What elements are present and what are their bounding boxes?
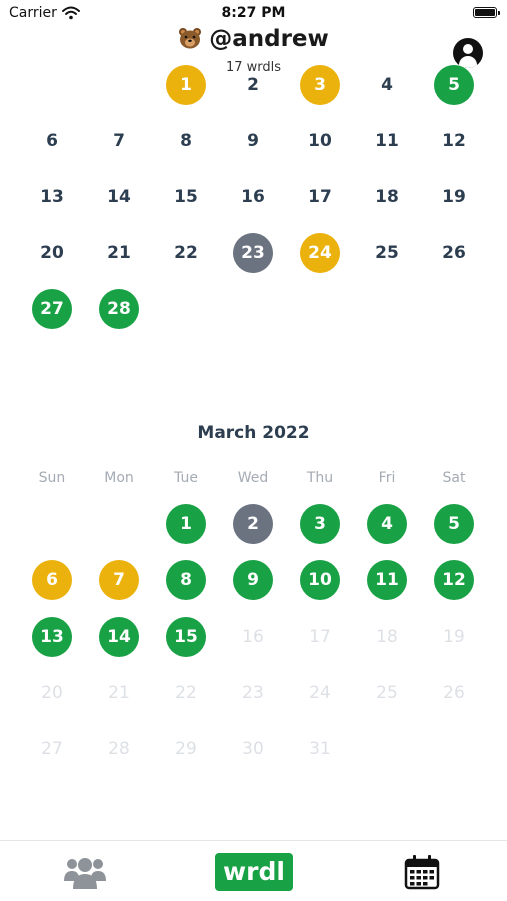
calendar-day[interactable]: 11 [367,121,407,161]
username-label: @andrew [209,26,329,52]
weekday-label: Wed [237,470,269,486]
calendar-day: 19 [443,627,465,647]
calendar-day[interactable]: 9 [233,121,273,161]
weekday-label: Thu [306,470,334,486]
calendar-day: 29 [175,739,197,759]
calendar-day[interactable]: 15 [166,617,206,657]
weekday-label: Sun [38,470,66,486]
calendar-day[interactable]: 2 [233,504,273,544]
calendar-day[interactable]: 2 [233,65,273,105]
calendar-day[interactable]: 24 [300,233,340,273]
calendar-day: 21 [108,683,130,703]
calendar-day[interactable]: 21 [99,233,139,273]
calendar-icon[interactable] [404,854,440,890]
calendar-day[interactable]: 20 [32,233,72,273]
calendar-day[interactable]: 26 [434,233,474,273]
calendar-day[interactable]: 28 [99,289,139,329]
calendar-day[interactable]: 3 [300,504,340,544]
weekday-label: Sat [442,470,466,486]
calendar-day[interactable]: 27 [32,289,72,329]
calendar-day[interactable]: 5 [434,65,474,105]
calendar-day[interactable]: 18 [367,177,407,217]
calendar-day[interactable]: 8 [166,121,206,161]
calendar-day: 18 [376,627,398,647]
friends-group-icon[interactable] [63,855,107,889]
weekday-label: Mon [104,470,134,486]
calendar-day[interactable]: 6 [32,560,72,600]
bear-face-icon [179,28,202,49]
calendar-day[interactable]: 22 [166,233,206,273]
calendar-day: 27 [41,739,63,759]
tab-bar: wrdl [0,840,507,901]
status-time: 8:27 PM [221,5,286,21]
calendar-day[interactable]: 7 [99,560,139,600]
calendar-day: 25 [376,683,398,703]
calendar-day[interactable]: 5 [434,504,474,544]
calendar-day[interactable]: 19 [434,177,474,217]
calendar-day[interactable]: 13 [32,177,72,217]
calendar-day: 20 [41,683,63,703]
calendar-day[interactable]: 3 [300,65,340,105]
calendar-day[interactable]: 25 [367,233,407,273]
battery-icon [473,7,500,18]
calendar-day[interactable]: 1 [166,504,206,544]
page-title: @andrew [0,26,507,52]
calendar-day[interactable]: 12 [434,560,474,600]
calendar-day[interactable]: 16 [233,177,273,217]
calendar-day[interactable]: 13 [32,617,72,657]
calendar-day[interactable]: 9 [233,560,273,600]
wrdl-tab-button[interactable]: wrdl [215,853,293,891]
month-title: March 2022 [197,423,310,443]
calendar-scroll-area[interactable]: March 2022 1 2 3 4 5 6 7 8 9 10 11 12 13 14 15 16 17 18 19… [0,61,507,839]
calendar-day[interactable]: 12 [434,121,474,161]
calendar-day[interactable]: 6 [32,121,72,161]
calendar-day[interactable]: 11 [367,560,407,600]
calendar-day[interactable]: 4 [367,504,407,544]
weekday-label: Tue [174,470,198,486]
calendar-day[interactable]: 23 [233,233,273,273]
calendar-day: 24 [309,683,331,703]
calendar-day: 22 [175,683,197,703]
calendar-day[interactable]: 17 [300,177,340,217]
calendar-day[interactable]: 10 [300,560,340,600]
weekday-label: Fri [378,470,396,486]
calendar-day[interactable]: 14 [99,177,139,217]
calendar-day[interactable]: 8 [166,560,206,600]
calendar-day: 17 [309,627,331,647]
calendar-day: 23 [242,683,264,703]
calendar-day[interactable]: 4 [367,65,407,105]
calendar-day[interactable]: 15 [166,177,206,217]
calendar-day: 28 [108,739,130,759]
calendar-day: 16 [242,627,264,647]
calendar-day: 30 [242,739,264,759]
calendar-day[interactable]: 1 [166,65,206,105]
calendar-day[interactable]: 14 [99,617,139,657]
calendar-day[interactable]: 7 [99,121,139,161]
calendar-day: 31 [309,739,331,759]
calendar-day: 26 [443,683,465,703]
calendar-day[interactable]: 10 [300,121,340,161]
